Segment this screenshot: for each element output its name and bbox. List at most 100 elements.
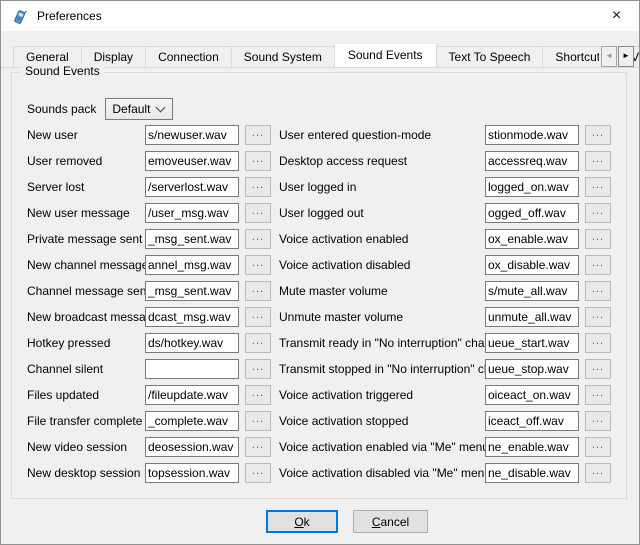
sounds-pack-label: Sounds pack [27, 102, 96, 116]
browse-button[interactable]: ... [585, 437, 611, 457]
browse-button[interactable]: ... [245, 125, 271, 145]
sound-event-row: User removed ... Desktop access request … [27, 148, 620, 174]
browse-button[interactable]: ... [245, 229, 271, 249]
event-label: New broadcast message [27, 310, 145, 324]
sound-file-input[interactable] [485, 281, 579, 301]
event-label: Channel silent [27, 362, 145, 376]
sound-event-row: Hotkey pressed ... Transmit ready in "No… [27, 330, 620, 356]
browse-button[interactable]: ... [585, 359, 611, 379]
tab-scroll-right-icon[interactable]: ► [618, 46, 634, 67]
browse-button[interactable]: ... [245, 411, 271, 431]
sound-file-input[interactable] [145, 255, 239, 275]
browse-button[interactable]: ... [585, 463, 611, 483]
browse-button[interactable]: ... [245, 385, 271, 405]
browse-button[interactable]: ... [245, 437, 271, 457]
sound-file-input[interactable] [145, 177, 239, 197]
sound-file-input[interactable] [485, 437, 579, 457]
sound-event-rows: New user ... User entered question-mode … [27, 122, 620, 486]
browse-button[interactable]: ... [585, 333, 611, 353]
preferences-dialog: Preferences × General Display Connection… [0, 0, 640, 545]
sound-event-row: New user message ... User logged out ... [27, 200, 620, 226]
event-label: Voice activation stopped [279, 414, 485, 428]
browse-button[interactable]: ... [245, 359, 271, 379]
browse-button[interactable]: ... [585, 411, 611, 431]
sound-file-input[interactable] [485, 307, 579, 327]
tab-scroll-left-icon[interactable]: ◄ [601, 46, 617, 67]
sound-event-row: Channel silent ... Transmit stopped in "… [27, 356, 620, 382]
sound-file-input[interactable] [145, 385, 239, 405]
sound-file-input[interactable] [485, 151, 579, 171]
sound-file-input[interactable] [485, 411, 579, 431]
sound-file-input[interactable] [145, 203, 239, 223]
sound-file-input[interactable] [485, 463, 579, 483]
event-label: User logged in [279, 180, 485, 194]
sound-file-input[interactable] [485, 333, 579, 353]
tab-text-to-speech[interactable]: Text To Speech [436, 46, 544, 67]
event-label: User logged out [279, 206, 485, 220]
browse-button[interactable]: ... [245, 255, 271, 275]
event-label: Mute master volume [279, 284, 485, 298]
sound-file-input[interactable] [485, 203, 579, 223]
browse-button[interactable]: ... [585, 203, 611, 223]
sound-file-input[interactable] [145, 437, 239, 457]
browse-button[interactable]: ... [585, 281, 611, 301]
sound-file-input[interactable] [145, 333, 239, 353]
browse-button[interactable]: ... [585, 229, 611, 249]
browse-button[interactable]: ... [245, 307, 271, 327]
sound-event-row: New user ... User entered question-mode … [27, 122, 620, 148]
browse-button[interactable]: ... [245, 203, 271, 223]
sound-file-input[interactable] [485, 359, 579, 379]
sound-file-input[interactable] [145, 359, 239, 379]
sound-file-input[interactable] [485, 385, 579, 405]
sound-file-input[interactable] [485, 177, 579, 197]
titlebar: Preferences × [1, 1, 639, 31]
event-label: Channel message sent [27, 284, 145, 298]
sound-file-input[interactable] [145, 229, 239, 249]
tab-sound-events[interactable]: Sound Events [334, 44, 437, 68]
tab-scroller: ◄ ► [599, 45, 634, 67]
sound-file-input[interactable] [485, 229, 579, 249]
browse-button[interactable]: ... [585, 151, 611, 171]
sound-event-row: New broadcast message ... Unmute master … [27, 304, 620, 330]
browse-button[interactable]: ... [585, 177, 611, 197]
browse-button[interactable]: ... [585, 125, 611, 145]
sound-event-row: Private message sent ... Voice activatio… [27, 226, 620, 252]
ok-button[interactable]: Ok [266, 510, 338, 533]
event-label: Voice activation disabled via "Me" menu [279, 466, 485, 480]
browse-button[interactable]: ... [245, 177, 271, 197]
browse-button[interactable]: ... [245, 151, 271, 171]
sound-file-input[interactable] [485, 255, 579, 275]
event-label: New user [27, 128, 145, 142]
sound-file-input[interactable] [145, 411, 239, 431]
event-label: Transmit ready in "No interruption" chan… [279, 336, 485, 350]
window-title: Preferences [37, 9, 102, 23]
browse-button[interactable]: ... [245, 333, 271, 353]
sound-event-row: Server lost ... User logged in ... [27, 174, 620, 200]
tab-connection[interactable]: Connection [145, 46, 232, 67]
sound-event-row: Channel message sent ... Mute master vol… [27, 278, 620, 304]
sounds-pack-value: Default [112, 102, 150, 116]
browse-button[interactable]: ... [245, 463, 271, 483]
sound-file-input[interactable] [485, 125, 579, 145]
sound-event-row: New channel message ... Voice activation… [27, 252, 620, 278]
tab-sound-system[interactable]: Sound System [231, 46, 335, 67]
sound-file-input[interactable] [145, 125, 239, 145]
cancel-button-label: Cancel [354, 515, 427, 529]
sound-file-input[interactable] [145, 151, 239, 171]
close-button[interactable]: × [594, 1, 639, 31]
event-label: New video session [27, 440, 145, 454]
browse-button[interactable]: ... [585, 255, 611, 275]
sound-event-row: File transfer complete ... Voice activat… [27, 408, 620, 434]
app-icon [11, 8, 28, 25]
browse-button[interactable]: ... [585, 307, 611, 327]
groupbox-title: Sound Events [21, 64, 104, 78]
sound-file-input[interactable] [145, 281, 239, 301]
browse-button[interactable]: ... [585, 385, 611, 405]
cancel-button[interactable]: Cancel [353, 510, 428, 533]
sounds-pack-select[interactable]: Default [105, 98, 173, 120]
sound-events-groupbox: Sound Events Sounds pack Default New use… [11, 72, 627, 499]
browse-button[interactable]: ... [245, 281, 271, 301]
event-label: Files updated [27, 388, 145, 402]
sound-file-input[interactable] [145, 463, 239, 483]
sound-file-input[interactable] [145, 307, 239, 327]
